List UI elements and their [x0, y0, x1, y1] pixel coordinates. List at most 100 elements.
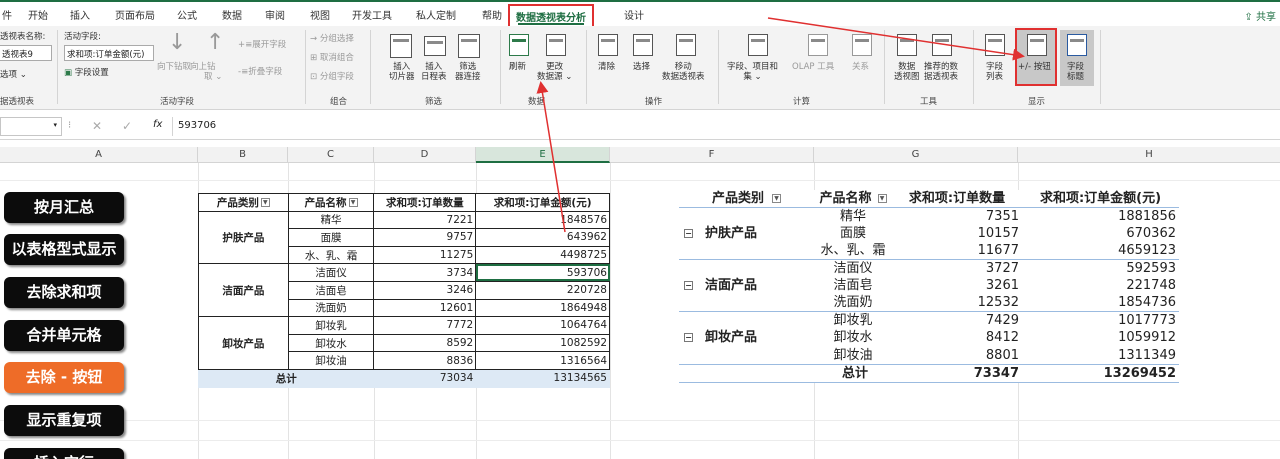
- total-label[interactable]: 总计: [679, 363, 892, 383]
- amount-cell[interactable]: 221748: [1022, 277, 1179, 294]
- total-label[interactable]: 总计: [197, 368, 375, 388]
- filter-dropdown-icon[interactable]: ▼: [772, 194, 781, 203]
- expand-field-button[interactable]: +≡展开字段: [238, 40, 286, 50]
- qty-cell[interactable]: 3727: [892, 259, 1022, 278]
- category-cell[interactable]: 护肤产品: [198, 210, 289, 265]
- product-cell[interactable]: 水、乳、霜: [287, 245, 375, 265]
- amount-cell[interactable]: 1864948: [475, 298, 610, 318]
- qty-cell[interactable]: 12532: [892, 294, 1022, 312]
- qty-cell[interactable]: 7221: [373, 210, 477, 230]
- amount-cell[interactable]: 1064764: [475, 316, 610, 335]
- column-header-h[interactable]: H: [1018, 147, 1280, 163]
- name-box[interactable]: ▾: [0, 117, 62, 136]
- header-qty[interactable]: 求和项:订单数量: [373, 193, 477, 212]
- qty-cell[interactable]: 11275: [373, 245, 477, 265]
- drill-up-button[interactable]: 向上钻: [190, 62, 216, 72]
- filter-dropdown-icon[interactable]: ▼: [877, 194, 887, 203]
- change-source-button[interactable]: 更改 数据源 ⌄: [537, 62, 572, 82]
- active-field-input[interactable]: 求和项:订单金额(元): [64, 45, 154, 61]
- btn-insert-blank-row[interactable]: 插入空行: [4, 448, 124, 459]
- header-amount[interactable]: 求和项:订单金额(元): [475, 193, 610, 212]
- product-cell[interactable]: 洁面仪: [287, 263, 375, 282]
- insert-slicer-button[interactable]: 插入 切片器: [389, 62, 415, 82]
- qty-cell[interactable]: 7772: [373, 316, 477, 335]
- category-cell[interactable]: 卸妆产品: [198, 316, 289, 370]
- amount-cell[interactable]: 1848576: [475, 210, 610, 230]
- qty-cell[interactable]: 3261: [892, 277, 1022, 294]
- header-category[interactable]: 产品类别 ▼: [679, 190, 814, 208]
- btn-remove-minus-buttons[interactable]: 去除 - 按钮: [4, 362, 124, 393]
- amount-cell[interactable]: 1881856: [1022, 208, 1179, 226]
- field-headers-toggle[interactable]: 字段 标题: [1067, 62, 1084, 82]
- filter-dropdown-icon[interactable]: ▼: [260, 198, 270, 208]
- amount-cell[interactable]: 1059912: [1022, 329, 1179, 346]
- tab-formulas[interactable]: 公式: [177, 7, 197, 22]
- product-cell[interactable]: 洗面奶: [814, 294, 892, 312]
- relationships-button[interactable]: 关系: [852, 62, 869, 72]
- product-cell[interactable]: 洗面奶: [287, 298, 375, 318]
- qty-cell[interactable]: 3246: [373, 280, 477, 300]
- qty-cell[interactable]: 10157: [892, 225, 1022, 242]
- group-selection-button[interactable]: → 分组选择: [310, 34, 354, 44]
- btn-remove-sum-prefix[interactable]: 去除求和项: [4, 277, 124, 308]
- product-cell[interactable]: 洁面皂: [814, 277, 892, 294]
- collapse-field-button[interactable]: -≡折叠字段: [238, 67, 282, 77]
- qty-cell[interactable]: 7351: [892, 208, 1022, 226]
- tab-design[interactable]: 设计: [624, 7, 644, 22]
- qty-cell[interactable]: 9757: [373, 228, 477, 247]
- insert-timeline-button[interactable]: 插入 日程表: [421, 62, 447, 82]
- drill-up-button-2[interactable]: 取 ⌄: [204, 72, 222, 82]
- amount-cell[interactable]: 643962: [475, 228, 610, 247]
- product-cell[interactable]: 面膜: [287, 228, 375, 247]
- btn-show-repeated[interactable]: 显示重复项: [4, 405, 124, 436]
- total-qty[interactable]: 73347: [892, 363, 1022, 383]
- amount-cell[interactable]: 220728: [475, 280, 610, 300]
- category-cell[interactable]: − 护肤产品: [679, 208, 814, 260]
- product-cell[interactable]: 卸妆油: [287, 351, 375, 370]
- qty-cell[interactable]: 8412: [892, 329, 1022, 346]
- amount-cell[interactable]: 670362: [1022, 225, 1179, 242]
- tab-home[interactable]: 开始: [28, 7, 48, 22]
- pivot-options-button[interactable]: 选项 ⌄: [0, 70, 27, 80]
- amount-cell[interactable]: 4498725: [475, 245, 610, 265]
- collapse-minus-icon[interactable]: −: [684, 333, 693, 343]
- qty-cell[interactable]: 8836: [373, 351, 477, 370]
- collapse-minus-icon[interactable]: −: [684, 281, 693, 291]
- field-list-button[interactable]: 字段 列表: [986, 62, 1003, 82]
- group-field-button[interactable]: ⊡ 分组字段: [310, 72, 354, 82]
- product-cell[interactable]: 卸妆油: [814, 347, 892, 365]
- qty-cell[interactable]: 12601: [373, 298, 477, 318]
- product-cell[interactable]: 洁面皂: [287, 280, 375, 300]
- btn-tabular-form[interactable]: 以表格型式显示: [4, 234, 124, 265]
- amount-cell[interactable]: 1311349: [1022, 347, 1179, 365]
- refresh-button[interactable]: 刷新: [509, 62, 526, 72]
- amount-cell[interactable]: 592593: [1022, 259, 1179, 278]
- qty-cell[interactable]: 8592: [373, 333, 477, 353]
- move-pivot-button[interactable]: 移动 数据透视表: [662, 62, 705, 82]
- filter-dropdown-icon[interactable]: ▼: [348, 198, 358, 208]
- column-header-d[interactable]: D: [374, 147, 476, 163]
- amount-cell[interactable]: 1082592: [475, 333, 610, 353]
- column-header-b[interactable]: B: [198, 147, 288, 163]
- qty-cell[interactable]: 8801: [892, 347, 1022, 365]
- tab-data[interactable]: 数据: [222, 7, 242, 22]
- qty-cell[interactable]: 3734: [373, 263, 477, 282]
- select-button[interactable]: 选择: [633, 62, 650, 72]
- product-cell[interactable]: 卸妆乳: [814, 311, 892, 330]
- amount-cell[interactable]: 1316564: [475, 351, 610, 370]
- btn-monthly-summary[interactable]: 按月汇总: [4, 192, 124, 223]
- recommended-pivot-button[interactable]: 推荐的数 据透视表: [924, 62, 958, 82]
- product-cell[interactable]: 水、乳、霜: [814, 242, 892, 260]
- field-settings-button[interactable]: ▣ 字段设置: [64, 68, 109, 78]
- tab-help[interactable]: 帮助: [482, 7, 502, 22]
- category-cell[interactable]: − 洁面产品: [679, 259, 814, 312]
- qty-cell[interactable]: 11677: [892, 242, 1022, 260]
- share-button[interactable]: ⇪ 共享: [1244, 8, 1276, 23]
- amount-cell[interactable]: 1854736: [1022, 294, 1179, 312]
- category-cell[interactable]: 洁面产品: [198, 263, 289, 318]
- pivot-name-input[interactable]: 透视表9: [0, 45, 52, 61]
- clear-button[interactable]: 清除: [598, 62, 615, 72]
- qty-cell[interactable]: 7429: [892, 311, 1022, 330]
- filter-connections-button[interactable]: 筛选 器连接: [455, 62, 481, 82]
- amount-cell[interactable]: 1017773: [1022, 311, 1179, 330]
